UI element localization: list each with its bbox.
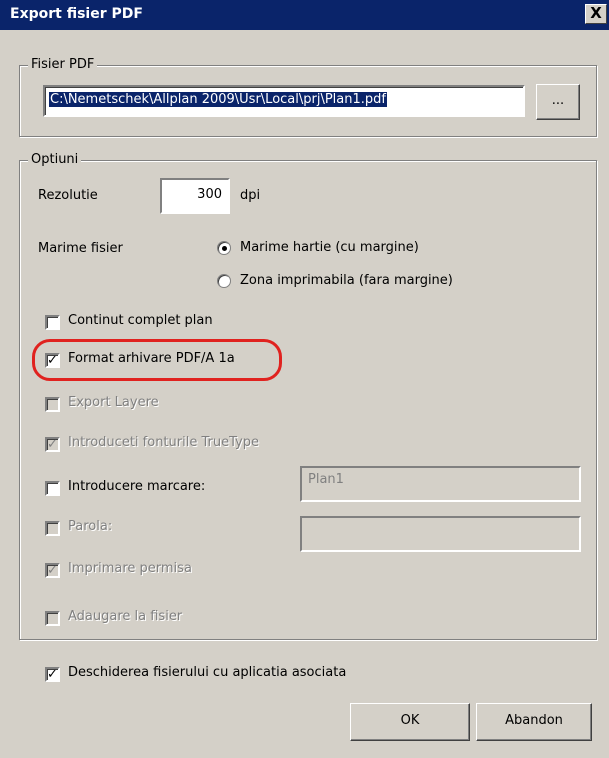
export-pdf-dialog: Export fisier PDF X Fisier PDF C:\Nemets… <box>0 0 609 758</box>
checkbox-print-allowed[interactable]: ✓ <box>45 563 60 578</box>
checkbox-append-file-label: Adaugare la fisier <box>68 609 183 624</box>
marking-value: Plan1 <box>308 472 344 487</box>
radio-printable-area-label[interactable]: Zona imprimabila (fara margine) <box>240 273 453 288</box>
checkbox-password[interactable] <box>45 521 60 536</box>
cancel-button[interactable]: Abandon <box>476 703 592 741</box>
password-input[interactable] <box>300 516 581 552</box>
checkbox-marking-label[interactable]: Introducere marcare: <box>68 479 205 494</box>
resolution-label: Rezolutie <box>38 188 98 203</box>
radio-paper-size-label[interactable]: Marime hartie (cu margine) <box>240 240 419 255</box>
highlight-annotation <box>32 339 282 381</box>
checkbox-full-plan-label[interactable]: Continut complet plan <box>68 313 213 328</box>
title-bar[interactable]: Export fisier PDF X <box>0 0 609 30</box>
marking-input[interactable]: Plan1 <box>300 466 581 502</box>
checkbox-password-label: Parola: <box>68 519 113 534</box>
options-group-legend: Optiuni <box>28 152 82 167</box>
close-button[interactable]: X <box>585 4 607 24</box>
ok-button[interactable]: OK <box>350 703 470 741</box>
checkbox-marking[interactable] <box>45 481 60 496</box>
file-group-legend: Fisier PDF <box>28 57 98 72</box>
pdf-path-text: C:\Nemetschek\Allplan 2009\Usr\Local\prj… <box>49 92 387 107</box>
checkbox-open-with-app-label[interactable]: Deschiderea fisierului cu aplicatia asoc… <box>68 665 346 680</box>
checkbox-truetype-fonts-label: Introduceti fonturile TrueType <box>68 435 259 450</box>
radio-selected-dot <box>222 246 227 251</box>
checkbox-append-file[interactable] <box>45 611 60 626</box>
pdf-path-input[interactable]: C:\Nemetschek\Allplan 2009\Usr\Local\prj… <box>43 85 525 117</box>
radio-printable-area[interactable] <box>217 274 231 288</box>
resolution-unit: dpi <box>240 188 261 203</box>
checkbox-truetype-fonts[interactable]: ✓ <box>45 437 60 452</box>
checkbox-export-layers[interactable] <box>45 397 60 412</box>
checkbox-export-layers-label: Export Layere <box>68 395 159 410</box>
radio-paper-size[interactable] <box>217 241 231 255</box>
resolution-value: 300 <box>197 187 222 202</box>
checkbox-full-plan[interactable] <box>45 315 60 330</box>
checkbox-print-allowed-label: Imprimare permisa <box>68 561 192 576</box>
window-title: Export fisier PDF <box>10 6 143 22</box>
filesize-label: Marime fisier <box>38 241 123 256</box>
resolution-input[interactable]: 300 <box>160 178 230 214</box>
browse-button[interactable]: ... <box>536 84 580 120</box>
checkbox-open-with-app[interactable]: ✓ <box>45 667 60 682</box>
